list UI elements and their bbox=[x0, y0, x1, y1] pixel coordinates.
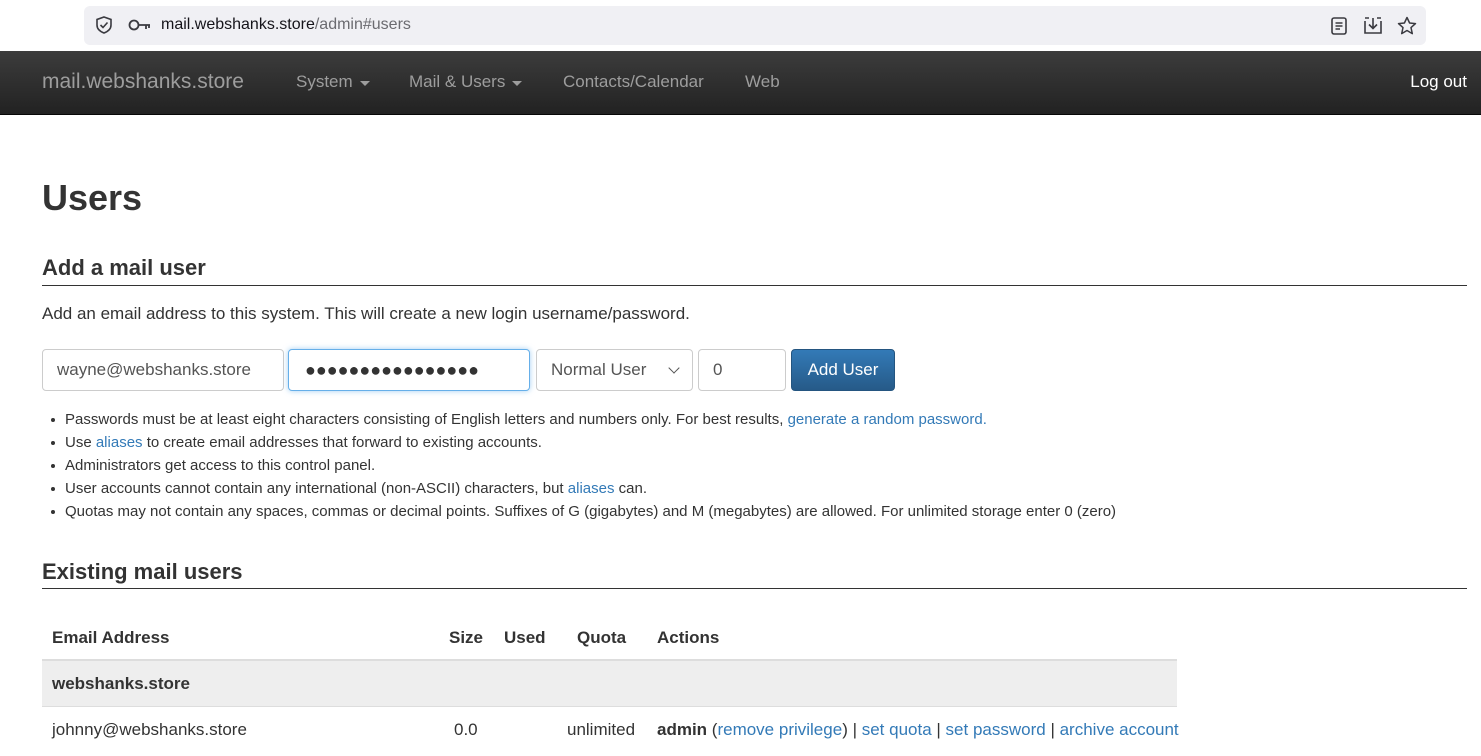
url-text[interactable]: mail.webshanks.store/admin#users bbox=[161, 16, 411, 34]
nav-mail-users-label: Mail & Users bbox=[409, 72, 506, 91]
section-divider bbox=[42, 588, 1467, 589]
logout-link[interactable]: Log out bbox=[1410, 72, 1467, 92]
address-bar-actions bbox=[1328, 15, 1418, 37]
note-aliases: Use aliases to create email addresses th… bbox=[42, 431, 1242, 454]
note-quotas: Quotas may not contain any spaces, comma… bbox=[42, 500, 1242, 523]
section-divider bbox=[42, 285, 1467, 286]
user-actions: admin (remove privilege) | set quota | s… bbox=[657, 720, 1179, 739]
set-quota-link[interactable]: set quota bbox=[862, 720, 932, 739]
password-input[interactable]: ●●●●●●●●●●●●●●●● bbox=[288, 349, 530, 391]
add-user-heading: Add a mail user bbox=[42, 255, 206, 280]
col-used-header: Used bbox=[504, 628, 546, 647]
email-input[interactable] bbox=[42, 349, 284, 391]
archive-account-link[interactable]: archive account bbox=[1060, 720, 1179, 739]
col-email-header: Email Address bbox=[52, 628, 170, 647]
bookmark-star-icon[interactable] bbox=[1396, 15, 1418, 37]
nav-system-label: System bbox=[296, 72, 353, 91]
existing-users-heading: Existing mail users bbox=[42, 559, 243, 584]
set-password-link[interactable]: set password bbox=[946, 720, 1046, 739]
caret-down-icon bbox=[359, 80, 370, 86]
page-title: Users bbox=[42, 177, 143, 218]
note-password-period: . bbox=[982, 411, 987, 428]
col-quota-header: Quota bbox=[577, 628, 627, 647]
privilege-select[interactable]: Normal User bbox=[536, 349, 693, 391]
note-non-ascii: User accounts cannot contain any interna… bbox=[42, 477, 1242, 500]
shield-icon[interactable] bbox=[94, 15, 114, 35]
remove-privilege-link[interactable]: remove privilege bbox=[717, 720, 842, 739]
user-email: johnny@webshanks.store bbox=[52, 720, 247, 739]
col-actions-header: Actions bbox=[657, 628, 720, 647]
chevron-down-icon bbox=[668, 362, 680, 374]
caret-down-icon bbox=[512, 80, 523, 86]
user-size: 0.0 bbox=[454, 720, 478, 739]
url-host: mail.webshanks.store bbox=[161, 16, 315, 33]
add-user-notes: Passwords must be at least eight charact… bbox=[42, 408, 1242, 523]
browser-toolbar: mail.webshanks.store/admin#users bbox=[0, 0, 1481, 51]
top-navbar: mail.webshanks.store System Mail & Users… bbox=[0, 51, 1481, 115]
table-row: johnny@webshanks.store 0.0 unlimited adm… bbox=[42, 707, 1179, 753]
col-size-header: Size bbox=[449, 628, 484, 647]
url-path: /admin#users bbox=[314, 16, 411, 33]
note-aliases-pre: Use bbox=[65, 434, 96, 451]
password-masked-value: ●●●●●●●●●●●●●●●● bbox=[305, 360, 479, 380]
note-administrators: Administrators get access to this contro… bbox=[42, 454, 1242, 477]
reader-view-icon[interactable] bbox=[1328, 15, 1350, 37]
aliases-link[interactable]: aliases bbox=[96, 434, 143, 451]
quota-input[interactable] bbox=[698, 349, 786, 391]
add-user-description: Add an email address to this system. Thi… bbox=[42, 304, 690, 323]
nav-mail-users[interactable]: Mail & Users bbox=[409, 72, 523, 92]
note-non-ascii-post: can. bbox=[614, 480, 647, 497]
nav-web[interactable]: Web bbox=[745, 72, 780, 92]
note-aliases-post: to create email addresses that forward t… bbox=[142, 434, 542, 451]
user-quota: unlimited bbox=[567, 720, 636, 739]
key-icon[interactable] bbox=[128, 16, 152, 34]
privilege-selected-value: Normal User bbox=[551, 360, 647, 379]
user-role: admin bbox=[657, 720, 708, 739]
domain-group-row: webshanks.store bbox=[42, 661, 1177, 707]
nav-system[interactable]: System bbox=[296, 72, 370, 92]
add-user-button[interactable]: Add User bbox=[791, 349, 895, 391]
nav-contacts-calendar-label: Contacts/Calendar bbox=[563, 72, 704, 91]
brand-link[interactable]: mail.webshanks.store bbox=[42, 70, 244, 94]
note-password: Passwords must be at least eight charact… bbox=[42, 408, 1242, 431]
users-table: Email Address Size Used Quota Actions we… bbox=[42, 614, 1179, 753]
aliases-link-2[interactable]: aliases bbox=[568, 480, 615, 497]
address-bar[interactable]: mail.webshanks.store/admin#users bbox=[84, 6, 1426, 45]
note-password-text: Passwords must be at least eight charact… bbox=[65, 411, 788, 428]
nav-contacts-calendar[interactable]: Contacts/Calendar bbox=[563, 72, 704, 92]
generate-password-link[interactable]: generate a random password bbox=[788, 411, 983, 428]
nav-web-label: Web bbox=[745, 72, 780, 91]
domain-name: webshanks.store bbox=[52, 674, 190, 693]
table-header-row: Email Address Size Used Quota Actions bbox=[42, 614, 1177, 661]
download-icon[interactable] bbox=[1362, 15, 1384, 37]
note-non-ascii-pre: User accounts cannot contain any interna… bbox=[65, 480, 568, 497]
